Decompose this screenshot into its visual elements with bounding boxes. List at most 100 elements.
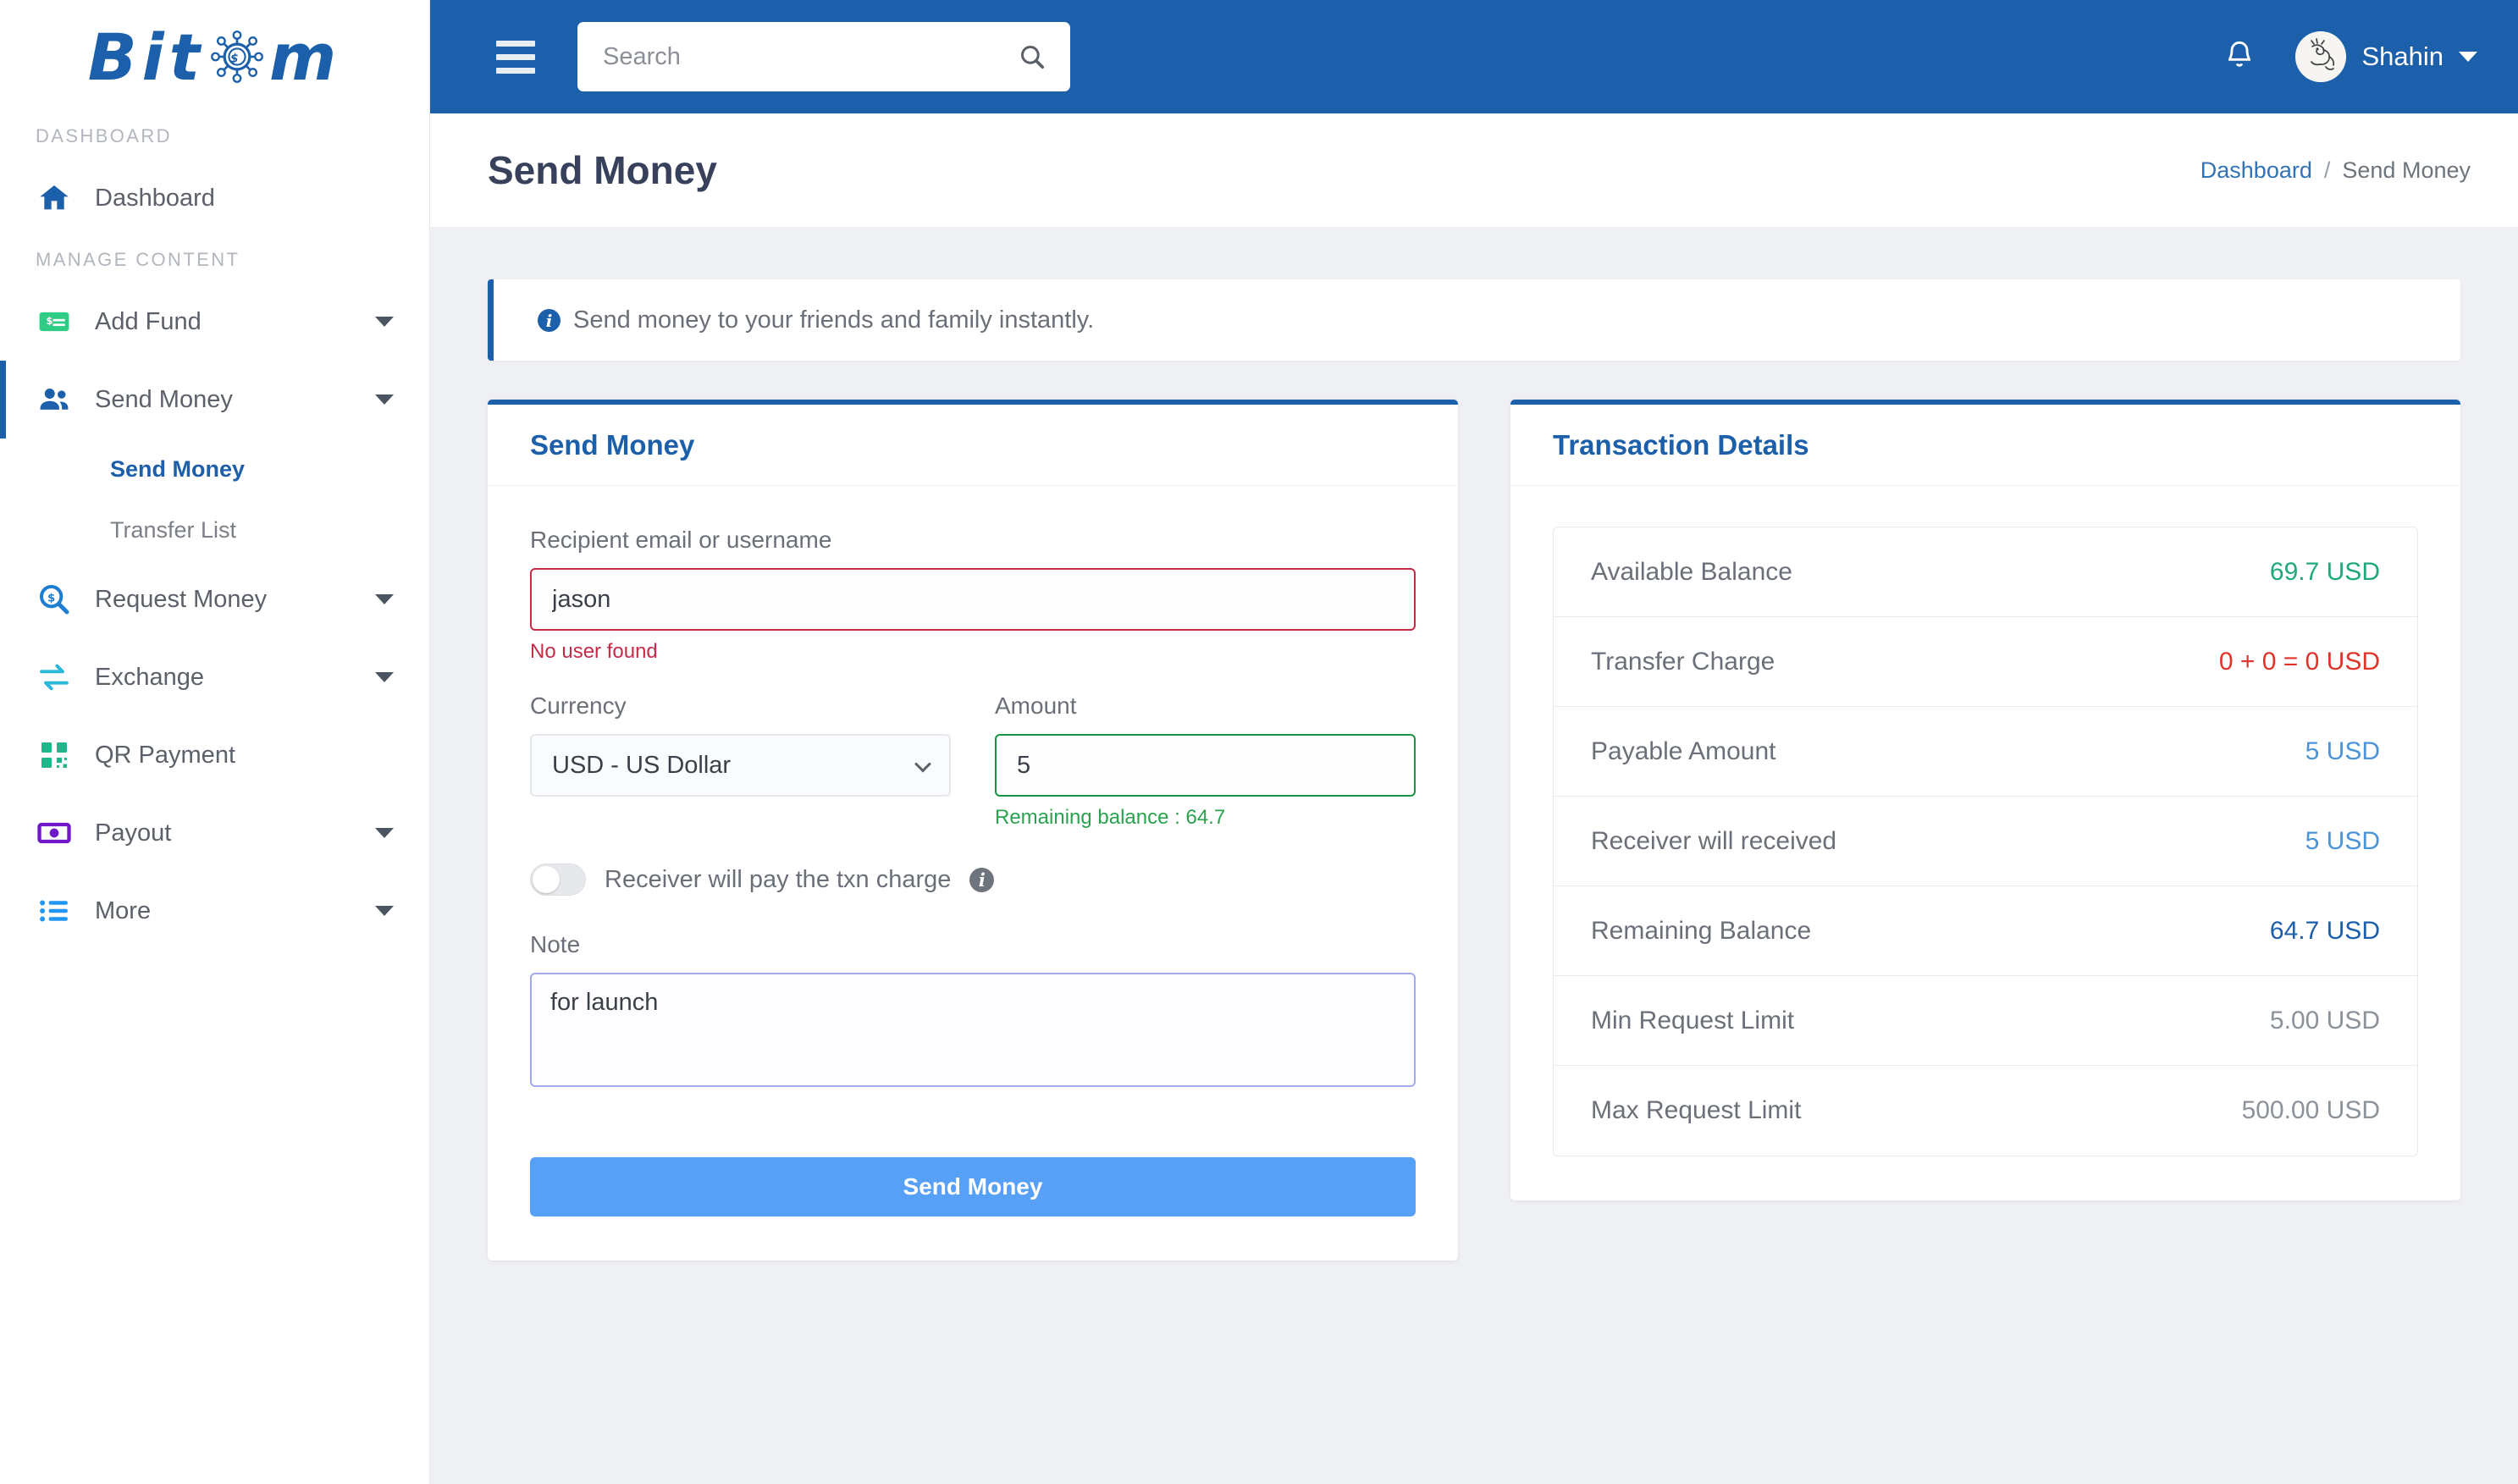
chevron-down-icon[interactable] — [375, 672, 394, 682]
detail-value: 69.7 USD — [2269, 557, 2380, 586]
chevron-down-icon[interactable] — [375, 594, 394, 604]
banknote-icon — [36, 814, 73, 852]
recipient-label: Recipient email or username — [530, 527, 832, 553]
info-alert-text-wrap: i Send money to your friends and family i… — [538, 306, 1094, 334]
receiver-pays-charge-label: Receiver will pay the txn charge — [605, 865, 952, 893]
chevron-down-icon[interactable] — [375, 394, 394, 405]
page-title: Send Money — [488, 148, 717, 192]
search-input[interactable] — [603, 42, 1018, 71]
transaction-details-card: Transaction Details Available Balance 69… — [1510, 400, 2460, 1200]
exchange-arrows-icon — [36, 659, 73, 696]
note-field-group: Note — [530, 931, 1416, 1091]
topbar-right-group: Shahin — [2223, 31, 2477, 82]
transaction-details-card-title: Transaction Details — [1553, 428, 1809, 461]
avatar — [2295, 31, 2347, 82]
currency-field-group: Currency USD - US Dollar — [530, 692, 951, 830]
breadcrumb-current: Send Money — [2342, 157, 2471, 183]
breadcrumb-dashboard-link[interactable]: Dashboard — [2200, 157, 2312, 184]
amount-help-text: Remaining balance : 64.7 — [995, 806, 1226, 829]
dollar-coin-icon: $ — [211, 30, 263, 83]
chevron-down-icon[interactable] — [2459, 52, 2477, 62]
toggle-knob — [533, 866, 560, 893]
sidebar-subitem-send-money-label: Send Money — [110, 455, 246, 482]
detail-value: 5.00 USD — [2269, 1006, 2380, 1034]
note-label: Note — [530, 931, 581, 957]
top-navbar: Shahin — [430, 0, 2518, 113]
sidebar-item-exchange[interactable]: Exchange — [0, 638, 429, 716]
detail-key: Min Request Limit — [1591, 1006, 1795, 1034]
send-money-card-header: Send Money — [488, 405, 1458, 486]
detail-value: 500.00 USD — [2241, 1096, 2380, 1124]
main-region: Shahin Send Money Dashboard / Send Money… — [430, 0, 2518, 1484]
sidebar-item-add-fund[interactable]: $ Add Fund — [0, 283, 429, 361]
receiver-pays-charge-toggle[interactable] — [530, 863, 586, 896]
bell-icon[interactable] — [2223, 38, 2256, 76]
send-money-form: Recipient email or username No user foun… — [488, 486, 1458, 1261]
sidebar-item-payout[interactable]: Payout — [0, 794, 429, 872]
recipient-field-group: Recipient email or username No user foun… — [530, 527, 1416, 664]
info-alert-text: Send money to your friends and family in… — [573, 306, 1095, 334]
recipient-input[interactable] — [530, 568, 1416, 631]
send-money-card: Send Money Recipient email or username N… — [488, 400, 1458, 1261]
sidebar-item-add-fund-label: Add Fund — [95, 307, 202, 335]
breadcrumb: Dashboard / Send Money — [2200, 157, 2471, 184]
table-row: Payable Amount 5 USD — [1554, 707, 2417, 797]
sidebar-subitem-send-money[interactable]: Send Money — [0, 439, 429, 499]
amount-input[interactable] — [995, 734, 1416, 797]
transaction-details-table: Available Balance 69.7 USD Transfer Char… — [1553, 527, 2418, 1156]
users-icon — [36, 381, 73, 418]
user-menu[interactable]: Shahin — [2295, 31, 2477, 82]
breadcrumb-separator: / — [2323, 157, 2331, 183]
sidebar-item-request-money[interactable]: $ Request Money — [0, 560, 429, 638]
search-box[interactable] — [577, 22, 1070, 91]
amount-field-group: Amount Remaining balance : 64.7 — [995, 692, 1416, 830]
hamburger-icon[interactable] — [496, 40, 535, 74]
brand-name-part1: Bit — [87, 19, 206, 95]
search-icon[interactable] — [1018, 42, 1046, 71]
detail-key: Payable Amount — [1591, 736, 1776, 765]
sidebar-item-more-label: More — [95, 896, 152, 924]
currency-select[interactable]: USD - US Dollar — [530, 734, 951, 797]
chevron-down-icon[interactable] — [375, 906, 394, 916]
currency-label: Currency — [530, 692, 627, 719]
send-money-submit-button[interactable]: Send Money — [530, 1157, 1416, 1216]
detail-key: Available Balance — [1591, 557, 1792, 586]
receiver-pays-charge-row: Receiver will pay the txn charge i — [530, 863, 1416, 896]
table-row: Transfer Charge 0 + 0 = 0 USD — [1554, 617, 2417, 707]
sidebar-section-manage-content: MANAGE CONTENT — [36, 249, 240, 270]
table-row: Min Request Limit 5.00 USD — [1554, 976, 2417, 1066]
sidebar-item-send-money[interactable]: Send Money — [0, 361, 429, 439]
info-circle-icon[interactable]: i — [969, 867, 995, 892]
detail-key: Remaining Balance — [1591, 916, 1812, 945]
send-money-card-title: Send Money — [530, 428, 695, 461]
list-icon — [36, 892, 73, 930]
detail-key: Max Request Limit — [1591, 1096, 1802, 1124]
brand-name-part2: m — [269, 19, 342, 95]
sidebar-item-dashboard-label: Dashboard — [95, 184, 215, 212]
chevron-down-icon[interactable] — [375, 317, 394, 327]
app-root: Bit $ m DASHBOARD Dashboard MANAGE CONTE… — [0, 0, 2518, 1484]
info-alert: i Send money to your friends and family i… — [488, 279, 2460, 361]
detail-value: 5 USD — [2305, 736, 2380, 765]
recipient-error-text: No user found — [530, 640, 658, 663]
page-header: Send Money Dashboard / Send Money — [430, 113, 2518, 227]
brand-logo[interactable]: Bit $ m — [0, 0, 429, 113]
table-row: Max Request Limit 500.00 USD — [1554, 1066, 2417, 1156]
sidebar-subitem-transfer-list[interactable]: Transfer List — [0, 499, 429, 560]
sidebar-item-payout-label: Payout — [95, 819, 172, 847]
sidebar-item-request-money-label: Request Money — [95, 585, 268, 613]
page-content: i Send money to your friends and family i… — [430, 227, 2518, 1484]
svg-text:$: $ — [47, 593, 55, 605]
sidebar-section-dashboard: DASHBOARD — [36, 125, 172, 146]
cards-row: Send Money Recipient email or username N… — [488, 400, 2460, 1261]
sidebar-item-more[interactable]: More — [0, 872, 429, 950]
svg-text:$: $ — [230, 52, 244, 65]
svg-text:$: $ — [47, 316, 53, 327]
detail-value: 64.7 USD — [2269, 916, 2380, 945]
sidebar-item-qr-payment[interactable]: QR Payment — [0, 716, 429, 794]
sidebar-item-dashboard[interactable]: Dashboard — [0, 159, 429, 237]
chevron-down-icon[interactable] — [375, 828, 394, 838]
note-textarea[interactable] — [530, 973, 1416, 1087]
search-dollar-icon: $ — [36, 581, 73, 618]
table-row: Receiver will received 5 USD — [1554, 797, 2417, 886]
